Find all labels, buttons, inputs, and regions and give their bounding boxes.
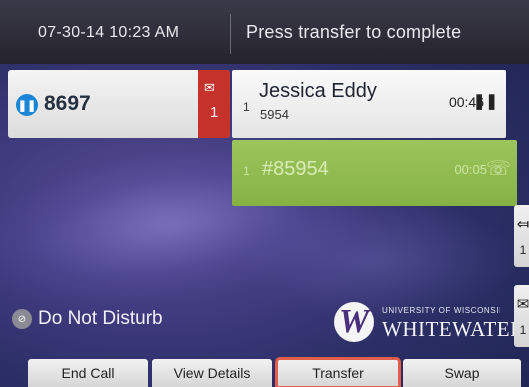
pause-icon: ❚❚ xyxy=(16,94,38,116)
voicemail-side-tab[interactable]: ✉ 1 xyxy=(514,285,529,347)
call-duration: 00:05 xyxy=(454,162,487,177)
line-number: 8697 xyxy=(44,92,91,115)
transfer-side-tab[interactable]: ⤆ 1 xyxy=(514,205,529,267)
handset-icon: ☏ xyxy=(485,158,511,180)
header-divider xyxy=(230,14,231,54)
swap-button[interactable]: Swap xyxy=(403,359,521,387)
side-tab-count: 1 xyxy=(519,243,527,257)
voicemail-icon: ✉ xyxy=(204,80,215,95)
logo-title: WHITEWATER xyxy=(382,317,514,341)
status-header: 07-30-14 10:23 AM Press transfer to comp… xyxy=(0,0,529,64)
dnd-status: Do Not Disturb xyxy=(38,308,163,329)
side-tab-count: 1 xyxy=(519,323,527,337)
view-details-button[interactable]: View Details xyxy=(152,359,272,387)
voicemail-count: 1 xyxy=(210,104,219,121)
university-logo: W xyxy=(334,302,374,342)
softkey-bar: End Call View Details Transfer Swap xyxy=(0,355,529,387)
logo-subtitle: UNIVERSITY OF WISCONSIN xyxy=(382,306,500,315)
background-sheen xyxy=(240,200,520,320)
datetime: 07-30-14 10:23 AM xyxy=(38,24,180,41)
transfer-arrow-icon: ⤆ xyxy=(516,216,529,233)
call-session-held[interactable]: 1 Jessica Eddy 5954 00:46 ❚❚ xyxy=(232,70,506,138)
dnd-icon: ⊘ xyxy=(12,309,32,329)
voicemail-icon: ✉ xyxy=(516,296,529,313)
phone-screen: 07-30-14 10:23 AM Press transfer to comp… xyxy=(0,0,529,387)
dialed-number: #85954 xyxy=(262,158,329,180)
end-call-button[interactable]: End Call xyxy=(28,359,148,387)
line-button[interactable]: ❚❚ 8697 ✉ 1 xyxy=(8,70,230,138)
status-message: Press transfer to complete xyxy=(246,22,462,42)
transfer-button[interactable]: Transfer xyxy=(275,357,401,387)
hold-icon: ❚❚ xyxy=(472,93,498,110)
voicemail-badge[interactable]: ✉ 1 xyxy=(198,70,230,138)
caller-extension: 5954 xyxy=(260,107,289,122)
call-index: 1 xyxy=(243,164,250,178)
call-index: 1 xyxy=(243,100,250,114)
call-session-active[interactable]: 1 #85954 00:05 ☏ xyxy=(232,140,517,206)
caller-name: Jessica Eddy xyxy=(259,80,377,102)
